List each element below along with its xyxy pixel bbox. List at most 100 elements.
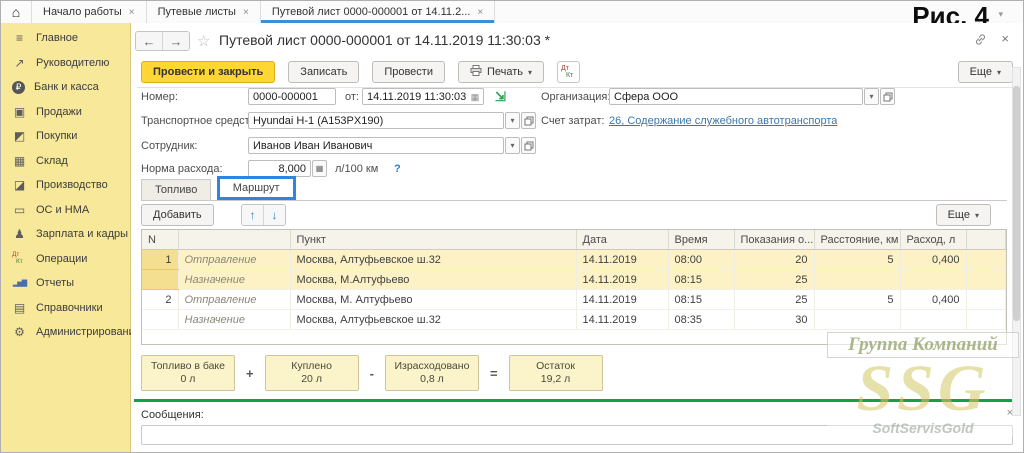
sidebar-item-salary-staff[interactable]: ♟ Зарплата и кадры (1, 222, 130, 247)
number-input[interactable]: 0000-000001 (248, 88, 336, 105)
calculator-icon: ▦ (315, 164, 324, 173)
help-link[interactable]: ? (394, 163, 401, 175)
close-document-icon[interactable]: × (1001, 31, 1009, 46)
fuel-rate-label: Норма расхода: (141, 163, 223, 175)
sidebar-item-warehouse[interactable]: ▦ Склад (1, 149, 130, 174)
chevron-down-icon: ▾ (528, 67, 533, 77)
fuel-purchased-box: Куплено 20 л (264, 355, 359, 391)
boxes-icon: ▦ (13, 153, 26, 168)
fuel-in-tank-box: Топливо в баке 0 л (141, 355, 235, 391)
person-icon: ♟ (14, 227, 25, 242)
number-label: Номер: (141, 91, 178, 103)
organization-label: Организация: (541, 91, 611, 103)
employee-open-button[interactable] (521, 137, 536, 154)
table-row[interactable]: Назначение Москва, Алтуфьевское ш.32 14.… (142, 309, 1006, 330)
fuel-rate-unit: л/100 км (335, 163, 379, 175)
document-title: Путевой лист 0000-000001 от 14.11.2019 1… (219, 32, 551, 48)
date-input[interactable]: 14.11.2019 11:30:03 ▦ (362, 88, 484, 105)
get-link-icon[interactable] (974, 33, 987, 49)
back-button[interactable]: ← (136, 32, 162, 50)
organization-open-button[interactable] (880, 88, 895, 105)
open-icon (883, 92, 892, 101)
vehicle-dropdown-button[interactable]: ▾ (505, 112, 520, 129)
debit-credit-button[interactable]: Дт Кт (557, 61, 581, 83)
route-table-toolbar: Добавить ↑ ↓ Еще ▾ (141, 204, 1007, 228)
sidebar-item-reports[interactable]: ▂▅▇ Отчеты (1, 271, 130, 296)
vehicle-open-button[interactable] (521, 112, 536, 129)
sidebar-item-main[interactable]: ≡ Главное (1, 26, 130, 51)
calculator-button[interactable]: ▦ (312, 160, 327, 177)
browser-tab-bar: ⌂ Начало работы × Путевые листы × Путево… (1, 1, 1023, 31)
sidebar-item-administration[interactable]: ⚙ Администрирование (1, 320, 141, 345)
tab-close-icon[interactable]: × (477, 7, 483, 18)
sidebar-item-production[interactable]: ◪ Производство (1, 173, 130, 198)
scrollbar-thumb[interactable] (1013, 86, 1020, 321)
col-header-date: Дата (576, 230, 669, 250)
col-header-n: N (142, 230, 179, 250)
chevron-down-icon: ▾ (974, 210, 979, 220)
cost-account-link[interactable]: 26, Содержание служебного автотранспорта (609, 115, 837, 127)
cart-icon: ◩ (13, 129, 26, 144)
add-row-button[interactable]: Добавить (141, 204, 214, 226)
table-row[interactable]: 1 Отправление Москва, Алтуфьевское ш.32 … (142, 249, 1006, 270)
organization-dropdown-button[interactable]: ▾ (864, 88, 879, 105)
tab-close-icon[interactable]: × (129, 7, 135, 18)
fuel-consumed-box: Израсходовано 0,8 л (384, 355, 479, 391)
fill-from-list-icon[interactable]: ⇲ (495, 89, 506, 105)
truck-icon: ▭ (13, 202, 26, 217)
favorite-star-icon[interactable]: ☆ (197, 32, 210, 50)
col-header-consumption: Расход, л (900, 230, 967, 250)
post-and-close-button[interactable]: Провести и закрыть (141, 61, 276, 83)
move-row-down-button[interactable]: ↓ (263, 205, 285, 225)
sidebar-item-sales[interactable]: ▣ Продажи (1, 100, 130, 125)
vehicle-input[interactable]: Hyundai H-1 (A153PX190) (248, 112, 504, 129)
document-header-form: Номер: 0000-000001 от: 14.11.2019 11:30:… (131, 87, 1023, 179)
tab-route[interactable]: Маршрут (216, 176, 296, 200)
table-row[interactable]: Назначение Москва, М.Алтуфьево 14.11.201… (142, 269, 1006, 290)
annotation-caret-icon: ▾ (998, 9, 1003, 19)
vertical-scrollbar[interactable] (1012, 67, 1021, 416)
post-button[interactable]: Провести (372, 61, 445, 83)
sidebar-item-label: Склад (36, 154, 68, 167)
fuel-summary: Топливо в баке 0 л + Куплено 20 л - Изра… (141, 355, 603, 391)
tab-waybills-list[interactable]: Путевые листы × (147, 1, 261, 23)
sidebar-item-bank-cash[interactable]: ₽ Банк и касса (1, 75, 130, 100)
sidebar-item-purchases[interactable]: ◩ Покупки (1, 124, 130, 149)
tab-fuel[interactable]: Топливо (141, 179, 212, 200)
col-header-point: Пункт (290, 230, 577, 250)
tab-label: Начало работы (43, 6, 122, 18)
table-row[interactable]: 2 Отправление Москва, М. Алтуфьево 14.11… (142, 289, 1006, 310)
document-tab-strip: Топливо Маршрут (141, 176, 1007, 201)
sidebar-item-operations[interactable]: Дт Кт Операции (1, 247, 130, 272)
more-actions-button[interactable]: Еще ▾ (957, 61, 1013, 83)
col-header-time: Время (668, 230, 735, 250)
forward-button[interactable]: → (162, 32, 189, 50)
move-row-up-button[interactable]: ↑ (242, 205, 263, 225)
sidebar-item-fixed-assets[interactable]: ▭ ОС и НМА (1, 198, 130, 223)
table-more-button[interactable]: Еще ▾ (935, 204, 991, 226)
sidebar-item-label: Руководителю (36, 56, 110, 69)
sidebar-item-manager[interactable]: ↗ Руководителю (1, 51, 130, 76)
fuel-rate-input[interactable]: 8,000 (248, 160, 311, 177)
employee-input[interactable]: Иванов Иван Иванович (248, 137, 504, 154)
green-divider (134, 399, 1013, 402)
plus-operator: + (246, 365, 254, 381)
sidebar-item-directories[interactable]: ▤ Справочники (1, 296, 130, 321)
sidebar-item-label: Отчеты (36, 277, 75, 290)
calendar-icon[interactable]: ▦ (469, 91, 481, 103)
employee-dropdown-button[interactable]: ▾ (505, 137, 520, 154)
tab-close-icon[interactable]: × (243, 7, 249, 18)
chevron-down-icon: ▾ (510, 141, 515, 150)
organization-input[interactable]: Сфера ООО (609, 88, 863, 105)
save-button[interactable]: Записать (288, 61, 360, 83)
tab-start-page[interactable]: Начало работы × (32, 1, 147, 23)
tab-waybill-document[interactable]: Путевой лист 0000-000001 от 14.11.2... × (260, 1, 496, 23)
sidebar-item-label: Производство (36, 179, 108, 192)
factory-icon: ◪ (13, 178, 26, 193)
col-header-odometer: Показания о... (734, 230, 815, 250)
equals-operator: = (489, 365, 498, 381)
home-tab-button[interactable]: ⌂ (1, 1, 32, 23)
print-button[interactable]: Печать ▾ (457, 61, 545, 83)
messages-panel (141, 425, 1013, 445)
sidebar-item-label: Главное (36, 32, 79, 45)
